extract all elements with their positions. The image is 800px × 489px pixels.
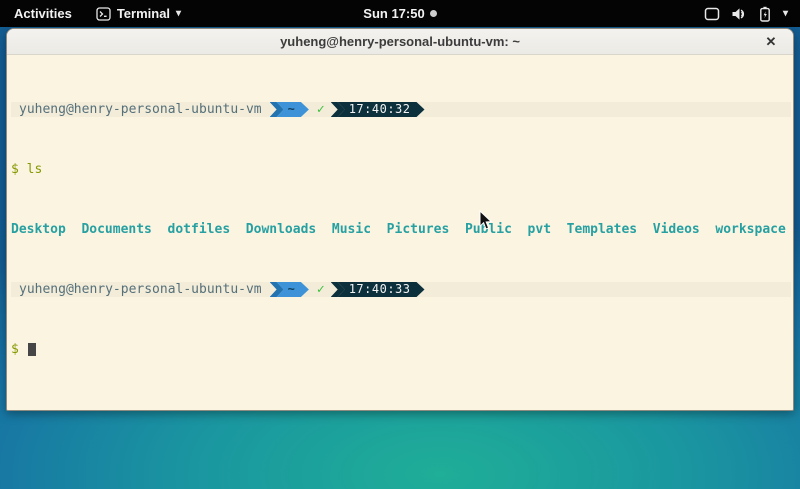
screen-icon <box>704 7 720 21</box>
prompt-line-2: yuheng@henry-personal-ubuntu-vm ~ ✓ 17:4… <box>11 282 791 297</box>
close-icon: ✕ <box>766 34 777 50</box>
directory-name: dotfiles <box>168 222 231 237</box>
window-title: yuheng@henry-personal-ubuntu-vm: ~ <box>7 34 793 49</box>
directory-name: Downloads <box>246 222 316 237</box>
chevron-down-icon: ▾ <box>176 8 181 19</box>
directory-name: Public <box>465 222 512 237</box>
activities-button[interactable]: Activities <box>0 0 86 27</box>
directory-name: Templates <box>567 222 637 237</box>
system-menu[interactable]: ▾ <box>692 0 800 27</box>
directory-name: Desktop <box>11 222 66 237</box>
status-check-icon: ✓ <box>309 102 331 117</box>
recording-dot-icon <box>430 10 437 17</box>
prompt-dollar: $ <box>11 342 19 357</box>
current-input-line: $ <box>11 342 791 357</box>
terminal-content[interactable]: yuheng@henry-personal-ubuntu-vm ~ ✓ 17:4… <box>7 55 793 410</box>
clock-button[interactable]: Sun 17:50 <box>363 6 436 21</box>
directory-name: Music <box>332 222 371 237</box>
volume-icon <box>731 7 747 21</box>
app-menu-terminal[interactable]: Terminal ▾ <box>86 0 191 27</box>
prompt-timestamp: 17:40:33 <box>338 282 425 297</box>
powerline-path-segment: ~ <box>270 102 309 117</box>
directory-name: workspace <box>715 222 785 237</box>
top-bar-left: Activities Terminal ▾ <box>0 0 191 27</box>
ls-output-line: Desktop Documents dotfiles Downloads Music Pi… <box>11 222 791 237</box>
command-text: ls <box>27 162 43 177</box>
app-menu-label: Terminal <box>117 6 170 21</box>
directory-name: pvt <box>528 222 551 237</box>
status-check-icon: ✓ <box>309 282 331 297</box>
prompt-line-1: yuheng@henry-personal-ubuntu-vm ~ ✓ 17:4… <box>11 102 791 117</box>
terminal-app-icon <box>96 7 111 21</box>
powerline-path-segment: ~ <box>270 282 309 297</box>
text-cursor <box>28 343 36 356</box>
prompt-user-host: yuheng@henry-personal-ubuntu-vm <box>19 102 262 117</box>
powerline-time-segment: 17:40:32 <box>331 102 425 117</box>
desktop: { "topbar": { "activities_label": "Activ… <box>0 0 800 489</box>
prompt-dollar: $ <box>11 162 19 177</box>
battery-charging-icon <box>758 6 772 22</box>
title-bar[interactable]: yuheng@henry-personal-ubuntu-vm: ~ ✕ <box>7 29 793 55</box>
top-bar: Activities Terminal ▾ Sun 17:50 <box>0 0 800 27</box>
prompt-timestamp: 17:40:32 <box>338 102 425 117</box>
command-line: $ ls <box>11 162 791 177</box>
directory-name: Videos <box>653 222 700 237</box>
directory-name: Pictures <box>387 222 450 237</box>
top-bar-right: ▾ <box>692 0 800 27</box>
prompt-user-host: yuheng@henry-personal-ubuntu-vm <box>19 282 262 297</box>
clock-label: Sun 17:50 <box>363 6 424 21</box>
chevron-down-icon: ▾ <box>783 8 788 19</box>
activities-label: Activities <box>14 6 72 21</box>
directory-name: Documents <box>81 222 151 237</box>
powerline-time-segment: 17:40:33 <box>331 282 425 297</box>
terminal-window: yuheng@henry-personal-ubuntu-vm: ~ ✕ yuh… <box>6 28 794 411</box>
close-button[interactable]: ✕ <box>760 29 782 55</box>
